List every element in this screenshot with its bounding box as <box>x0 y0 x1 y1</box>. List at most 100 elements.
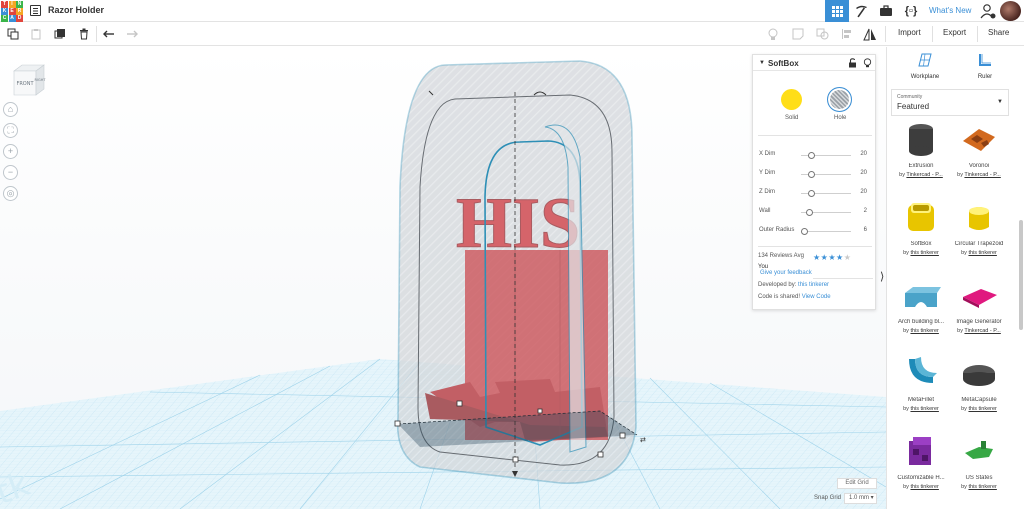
shape-author: by Tinkercad - P... <box>891 172 951 178</box>
author-link[interactable]: this tinkerer <box>910 250 938 256</box>
author-link[interactable]: this tinkerer <box>968 406 996 412</box>
panel-scrollbar[interactable] <box>1019 220 1023 330</box>
shape-name: MetaFillet <box>907 397 934 403</box>
shape-tile[interactable]: Customizable H... by this tinkerer <box>891 431 951 509</box>
by-text: by <box>961 406 967 412</box>
shape-tile[interactable]: Circular Trapezoid by this tinkerer <box>949 197 1009 275</box>
view-cube[interactable]: FRONT RIGHT <box>10 63 48 99</box>
briefcase-icon[interactable] <box>878 3 894 19</box>
share-button[interactable]: Share <box>988 28 1009 37</box>
edit-toolbar: Import Export Share <box>0 22 1024 46</box>
note-icon[interactable] <box>790 26 806 42</box>
home-view-icon[interactable]: ⌂ <box>3 102 18 117</box>
shape-name: Customizable H... <box>897 475 945 481</box>
param-slider-knob[interactable] <box>808 171 815 178</box>
shape-author: by this tinkerer <box>891 328 951 334</box>
developer-link[interactable]: this tinkerer <box>798 282 829 288</box>
author-link[interactable]: Tinkercad - P... <box>964 172 1000 178</box>
param-slider-knob[interactable] <box>805 209 813 216</box>
group-icon[interactable] <box>814 26 830 42</box>
shape-tile[interactable]: US States by this tinkerer <box>949 431 1009 509</box>
param-slider-knob[interactable] <box>808 152 815 159</box>
author-link[interactable]: Tinkercad - P... <box>906 172 942 178</box>
give-feedback-link[interactable]: Give your feedback <box>760 270 812 276</box>
ruler-tool[interactable]: Ruler <box>960 52 1010 80</box>
param-value[interactable]: 2 <box>864 208 867 214</box>
light-bulb-icon[interactable] <box>863 58 872 68</box>
fit-view-icon[interactable]: ⛶ <box>3 123 18 138</box>
logo-letter: R <box>16 8 23 15</box>
logo-letter: C <box>1 15 8 22</box>
perspective-icon[interactable]: ◎ <box>3 186 18 201</box>
divider <box>758 135 872 136</box>
shape-tile[interactable]: Image Generator by Tinkercad - P... <box>949 275 1009 353</box>
shapes-panel: Workplane Ruler Community Featured ▼ Ext… <box>886 47 1024 509</box>
panel-collapse-icon[interactable]: ⟩ <box>880 270 884 283</box>
codeblocks-icon[interactable]: {▫} <box>903 3 919 19</box>
toolbar-divider <box>977 26 978 42</box>
param-value[interactable]: 6 <box>864 227 867 233</box>
rotate-arrow-icon[interactable]: ⇄ <box>640 436 646 444</box>
author-link[interactable]: this tinkerer <box>968 484 996 490</box>
zoom-out-icon[interactable]: − <box>3 165 18 180</box>
shape-tile[interactable]: Voronoi by Tinkercad - P... <box>949 119 1009 197</box>
image-generator-icon <box>963 289 997 308</box>
hole-label: Hole <box>834 115 847 121</box>
chevron-down-icon: ▼ <box>997 99 1003 105</box>
shape-inspector: ▼ SoftBox Solid Hole X Dim 20 Y Dim 20 Z Dim… <box>752 54 876 310</box>
param-value[interactable]: 20 <box>860 189 867 195</box>
viewcube-side-label: RIGHT <box>35 78 47 82</box>
shape-author: by this tinkerer <box>891 406 951 412</box>
export-button[interactable]: Export <box>943 28 966 37</box>
param-slider-knob[interactable] <box>800 228 808 235</box>
paste-icon[interactable] <box>28 26 44 42</box>
design-title[interactable]: Razor Holder <box>48 5 104 15</box>
grid-view-button[interactable] <box>825 0 849 22</box>
shape-category-select[interactable]: Community Featured ▼ <box>891 89 1009 116</box>
author-link[interactable]: this tinkerer <box>910 484 938 490</box>
author-link[interactable]: this tinkerer <box>910 406 938 412</box>
light-bulb-icon[interactable] <box>765 26 781 42</box>
mirror-icon[interactable] <box>862 26 878 42</box>
solid-button[interactable] <box>781 89 802 110</box>
edit-grid-button[interactable]: Edit Grid <box>837 478 877 489</box>
author-link[interactable]: this tinkerer <box>910 328 938 334</box>
param-slider-track[interactable] <box>801 231 851 232</box>
param-slider-knob[interactable] <box>808 190 815 197</box>
author-link[interactable]: this tinkerer <box>968 250 996 256</box>
user-add-icon[interactable] <box>980 3 996 19</box>
align-icon[interactable] <box>839 26 855 42</box>
param-value[interactable]: 20 <box>860 170 867 176</box>
duplicate-icon[interactable] <box>52 26 68 42</box>
shape-tile[interactable]: Arch building bl... by this tinkerer <box>891 275 951 353</box>
pickaxe-icon[interactable] <box>853 3 869 19</box>
tinkercad-logo[interactable]: TIN KER CAD <box>1 1 23 22</box>
design-menu-icon[interactable] <box>30 5 41 16</box>
redo-icon[interactable] <box>124 26 140 42</box>
import-button[interactable]: Import <box>898 28 921 37</box>
zoom-in-icon[interactable]: + <box>3 144 18 159</box>
hole-button[interactable] <box>827 87 852 112</box>
undo-icon[interactable] <box>101 26 117 42</box>
delete-icon[interactable] <box>76 26 92 42</box>
workplane-tool[interactable]: Workplane <box>900 52 950 80</box>
snap-grid-select[interactable]: 1.0 mm ▾ <box>844 493 877 504</box>
whats-new-link[interactable]: What's New <box>929 6 971 15</box>
divider <box>758 246 872 247</box>
collapse-caret-icon[interactable]: ▼ <box>759 60 765 66</box>
avatar[interactable] <box>1000 1 1021 21</box>
author-link[interactable]: Tinkercad - P... <box>964 328 1000 334</box>
unlock-icon[interactable] <box>848 58 857 68</box>
by-text: by <box>903 250 909 256</box>
shape-tile[interactable]: MetaFillet by this tinkerer <box>891 353 951 431</box>
shape-author: by this tinkerer <box>949 406 1009 412</box>
shape-tile[interactable]: MetaCapsule by this tinkerer <box>949 353 1009 431</box>
developed-by-label: Developed by: this tinkerer <box>758 282 829 288</box>
param-name: Wall <box>759 208 771 214</box>
param-value[interactable]: 20 <box>860 151 867 157</box>
shape-tile[interactable]: SoftBox by this tinkerer <box>891 197 951 275</box>
shape-tile[interactable]: Extrusion by Tinkercad - P... <box>891 119 951 197</box>
copy-icon[interactable] <box>5 26 21 42</box>
view-code-link[interactable]: View Code <box>802 294 831 300</box>
logo-letter: E <box>8 8 16 15</box>
